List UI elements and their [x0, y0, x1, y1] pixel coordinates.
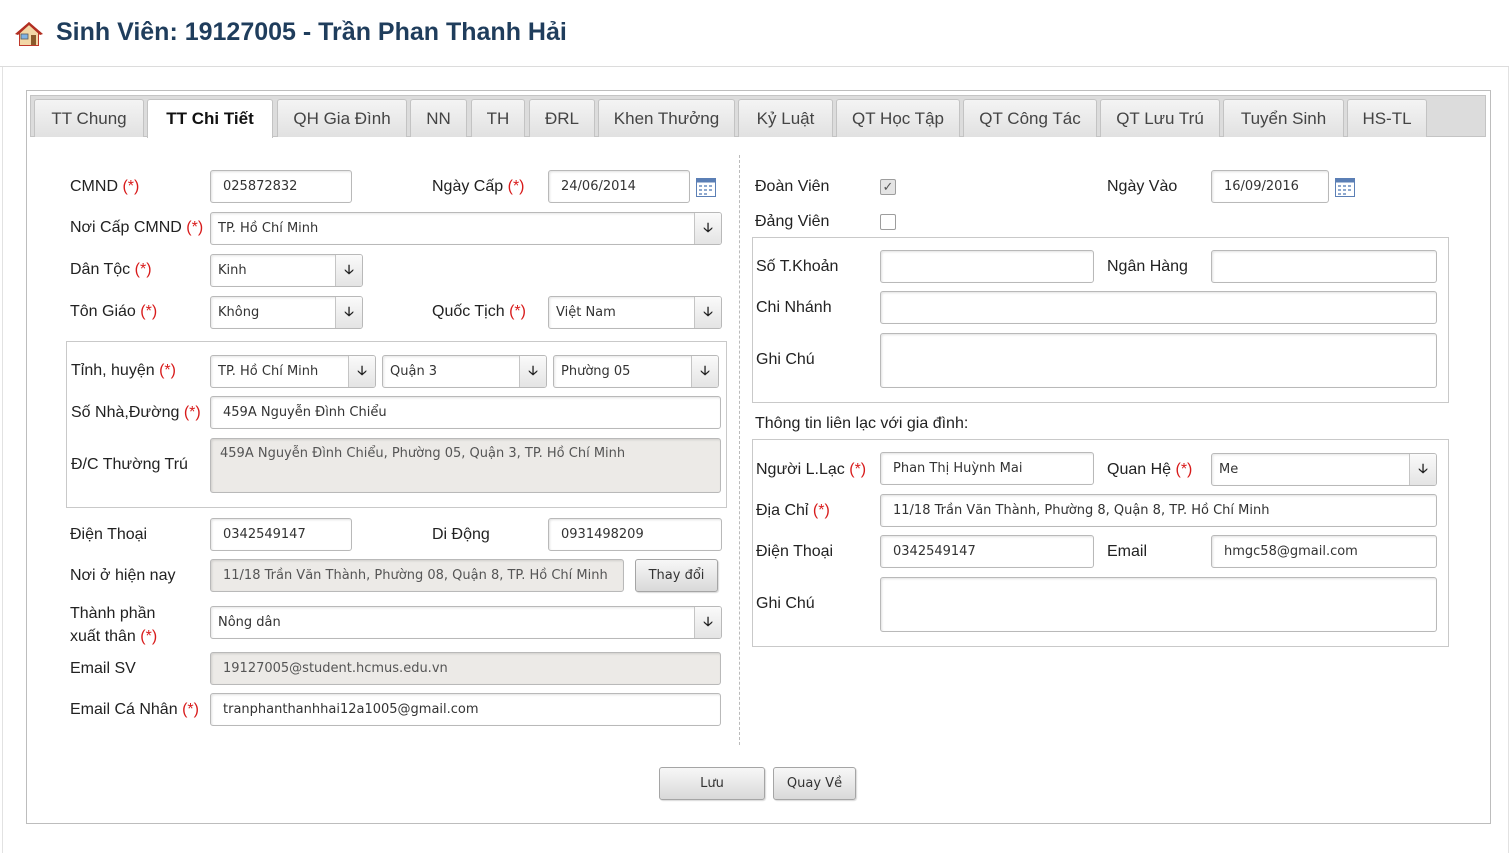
- ton-giao-value: Không: [218, 305, 260, 320]
- family-email-label: Email: [1107, 543, 1148, 560]
- so-tk-label: Số T.Khoản: [756, 258, 839, 275]
- change-address-button[interactable]: Thay đổi: [635, 559, 718, 592]
- thanh-phan-value: Nông dân: [218, 615, 281, 630]
- column-divider: [739, 155, 740, 745]
- family-dien-thoai-input[interactable]: 0342549147: [880, 535, 1094, 568]
- noi-cap-value: TP. Hồ Chí Minh: [218, 221, 319, 236]
- arrow-down-icon[interactable]: 🡣: [694, 213, 721, 244]
- dang-vien-checkbox[interactable]: [880, 214, 896, 230]
- doan-vien-label: Đoàn Viên: [755, 178, 830, 195]
- phuong-select[interactable]: Phường 05 🡣: [553, 355, 719, 388]
- home-icon[interactable]: [15, 20, 43, 48]
- tab-ky-luat[interactable]: Kỷ Luật: [738, 99, 833, 137]
- doan-vien-checkbox[interactable]: ✓: [880, 179, 896, 195]
- arrow-down-icon[interactable]: 🡣: [335, 255, 362, 286]
- quan-he-select[interactable]: Me 🡣: [1211, 453, 1437, 486]
- page-title: Sinh Viên: 19127005 - Trần Phan Thanh Hả…: [56, 18, 567, 46]
- email-cn-input[interactable]: tranphanthanhhai12a1005@gmail.com: [210, 693, 721, 726]
- family-contact-heading: Thông tin liên lạc với gia đình:: [755, 415, 969, 432]
- di-dong-label: Di Động: [432, 526, 490, 543]
- quan-he-label: Quan Hệ (*): [1107, 461, 1193, 478]
- di-dong-input[interactable]: 0931498209: [548, 518, 722, 551]
- ngay-vao-label: Ngày Vào: [1107, 178, 1178, 195]
- cmnd-input[interactable]: 025872832: [210, 170, 352, 203]
- ghi-chu-label: Ghi Chú: [756, 351, 815, 368]
- tab-qh-gia-dinh[interactable]: QH Gia Đình: [277, 99, 407, 137]
- tinh-huyen-label: Tỉnh, huyện (*): [71, 362, 176, 379]
- dia-chi-input[interactable]: 11/18 Trần Văn Thành, Phường 8, Quận 8, …: [880, 494, 1437, 527]
- dan-toc-value: Kinh: [218, 263, 247, 278]
- arrow-down-icon[interactable]: 🡣: [519, 356, 546, 387]
- tab-th[interactable]: TH: [471, 99, 525, 137]
- arrow-down-icon[interactable]: 🡣: [691, 356, 718, 387]
- ngay-cap-input[interactable]: 24/06/2014: [548, 170, 690, 203]
- ngan-hang-label: Ngân Hàng: [1107, 258, 1188, 275]
- huyen-value: Quận 3: [390, 364, 438, 379]
- ngay-vao-input[interactable]: 16/09/2016: [1211, 170, 1329, 203]
- quoc-tich-value: Việt Nam: [556, 305, 616, 320]
- family-dien-thoai-label: Điện Thoại: [756, 543, 834, 560]
- dc-thuong-tru-textarea[interactable]: 459A Nguyễn Đình Chiểu, Phường 05, Quận …: [210, 438, 721, 493]
- so-nha-input[interactable]: 459A Nguyễn Đình Chiểu: [210, 396, 721, 429]
- dan-toc-select[interactable]: Kinh 🡣: [210, 254, 363, 287]
- thanh-phan-select[interactable]: Nông dân 🡣: [210, 606, 722, 639]
- page-header: Sinh Viên: 19127005 - Trần Phan Thanh Hả…: [0, 0, 1509, 67]
- noi-o-input[interactable]: 11/18 Trần Văn Thành, Phường 08, Quận 8,…: [210, 559, 624, 592]
- chi-nhanh-input[interactable]: [880, 291, 1437, 324]
- ghi-chu-textarea[interactable]: [880, 333, 1437, 388]
- nguoi-ll-input[interactable]: Phan Thị Huỳnh Mai: [880, 452, 1094, 485]
- arrow-down-icon[interactable]: 🡣: [348, 356, 375, 387]
- quan-he-value: Me: [1219, 462, 1239, 477]
- tab-tt-chung[interactable]: TT Chung: [34, 99, 144, 137]
- calendar-icon[interactable]: [696, 177, 716, 197]
- tab-tuyen-sinh[interactable]: Tuyển Sinh: [1223, 99, 1344, 137]
- ghi-chu2-textarea[interactable]: [880, 577, 1437, 632]
- ngan-hang-input[interactable]: [1211, 250, 1437, 283]
- so-tk-input[interactable]: [880, 250, 1094, 283]
- tinh-value: TP. Hồ Chí Minh: [218, 364, 319, 379]
- family-email-input[interactable]: hmgc58@gmail.com: [1211, 535, 1437, 568]
- chi-nhanh-label: Chi Nhánh: [756, 299, 832, 316]
- ton-giao-label: Tôn Giáo (*): [70, 303, 158, 320]
- dang-vien-label: Đảng Viên: [755, 213, 830, 230]
- quoc-tich-label: Quốc Tịch (*): [432, 303, 526, 320]
- dia-chi-label: Địa Chỉ (*): [756, 502, 830, 519]
- ngay-cap-label: Ngày Cấp (*): [432, 178, 525, 195]
- tab-hs-tl[interactable]: HS-TL: [1347, 99, 1427, 137]
- save-button[interactable]: Lưu: [659, 767, 765, 800]
- dien-thoai-label: Điện Thoại: [70, 526, 148, 543]
- arrow-down-icon[interactable]: 🡣: [335, 297, 362, 328]
- quoc-tich-select[interactable]: Việt Nam 🡣: [548, 296, 722, 329]
- tab-khen-thuong[interactable]: Khen Thưởng: [598, 99, 735, 137]
- noi-cap-select[interactable]: TP. Hồ Chí Minh 🡣: [210, 212, 722, 245]
- email-sv-label: Email SV: [70, 660, 136, 677]
- tab-qt-cong-tac[interactable]: QT Công Tác: [963, 99, 1097, 137]
- dan-toc-label: Dân Tộc (*): [70, 261, 152, 278]
- dien-thoai-input[interactable]: 0342549147: [210, 518, 352, 551]
- ghi-chu2-label: Ghi Chú: [756, 595, 815, 612]
- huyen-select[interactable]: Quận 3 🡣: [382, 355, 547, 388]
- tab-tt-chi-tiet[interactable]: TT Chi Tiết: [147, 99, 273, 138]
- calendar-icon[interactable]: [1335, 177, 1355, 197]
- arrow-down-icon[interactable]: 🡣: [694, 297, 721, 328]
- nguoi-ll-label: Người L.Lạc (*): [756, 461, 867, 478]
- so-nha-label: Số Nhà,Đường (*): [71, 404, 201, 421]
- tab-nn[interactable]: NN: [410, 99, 467, 137]
- tab-drl[interactable]: ĐRL: [529, 99, 595, 137]
- noi-cap-label: Nơi Cấp CMND (*): [70, 219, 204, 236]
- tab-qt-hoc-tap[interactable]: QT Học Tập: [836, 99, 960, 137]
- arrow-down-icon[interactable]: 🡣: [694, 607, 721, 638]
- email-cn-label: Email Cá Nhân (*): [70, 701, 199, 718]
- noi-o-label: Nơi ở hiện nay: [70, 567, 176, 584]
- cmnd-label: CMND (*): [70, 178, 140, 195]
- ton-giao-select[interactable]: Không 🡣: [210, 296, 363, 329]
- email-sv-input[interactable]: 19127005@student.hcmus.edu.vn: [210, 652, 721, 685]
- tab-qt-luu-tru[interactable]: QT Lưu Trú: [1100, 99, 1220, 137]
- dc-thuong-tru-label: Đ/C Thường Trú: [71, 456, 188, 473]
- tinh-select[interactable]: TP. Hồ Chí Minh 🡣: [210, 355, 376, 388]
- arrow-down-icon[interactable]: 🡣: [1409, 454, 1436, 485]
- back-button[interactable]: Quay Về: [773, 767, 856, 800]
- thanh-phan-label: Thành phần xuất thân (*): [70, 605, 158, 645]
- phuong-value: Phường 05: [561, 364, 631, 379]
